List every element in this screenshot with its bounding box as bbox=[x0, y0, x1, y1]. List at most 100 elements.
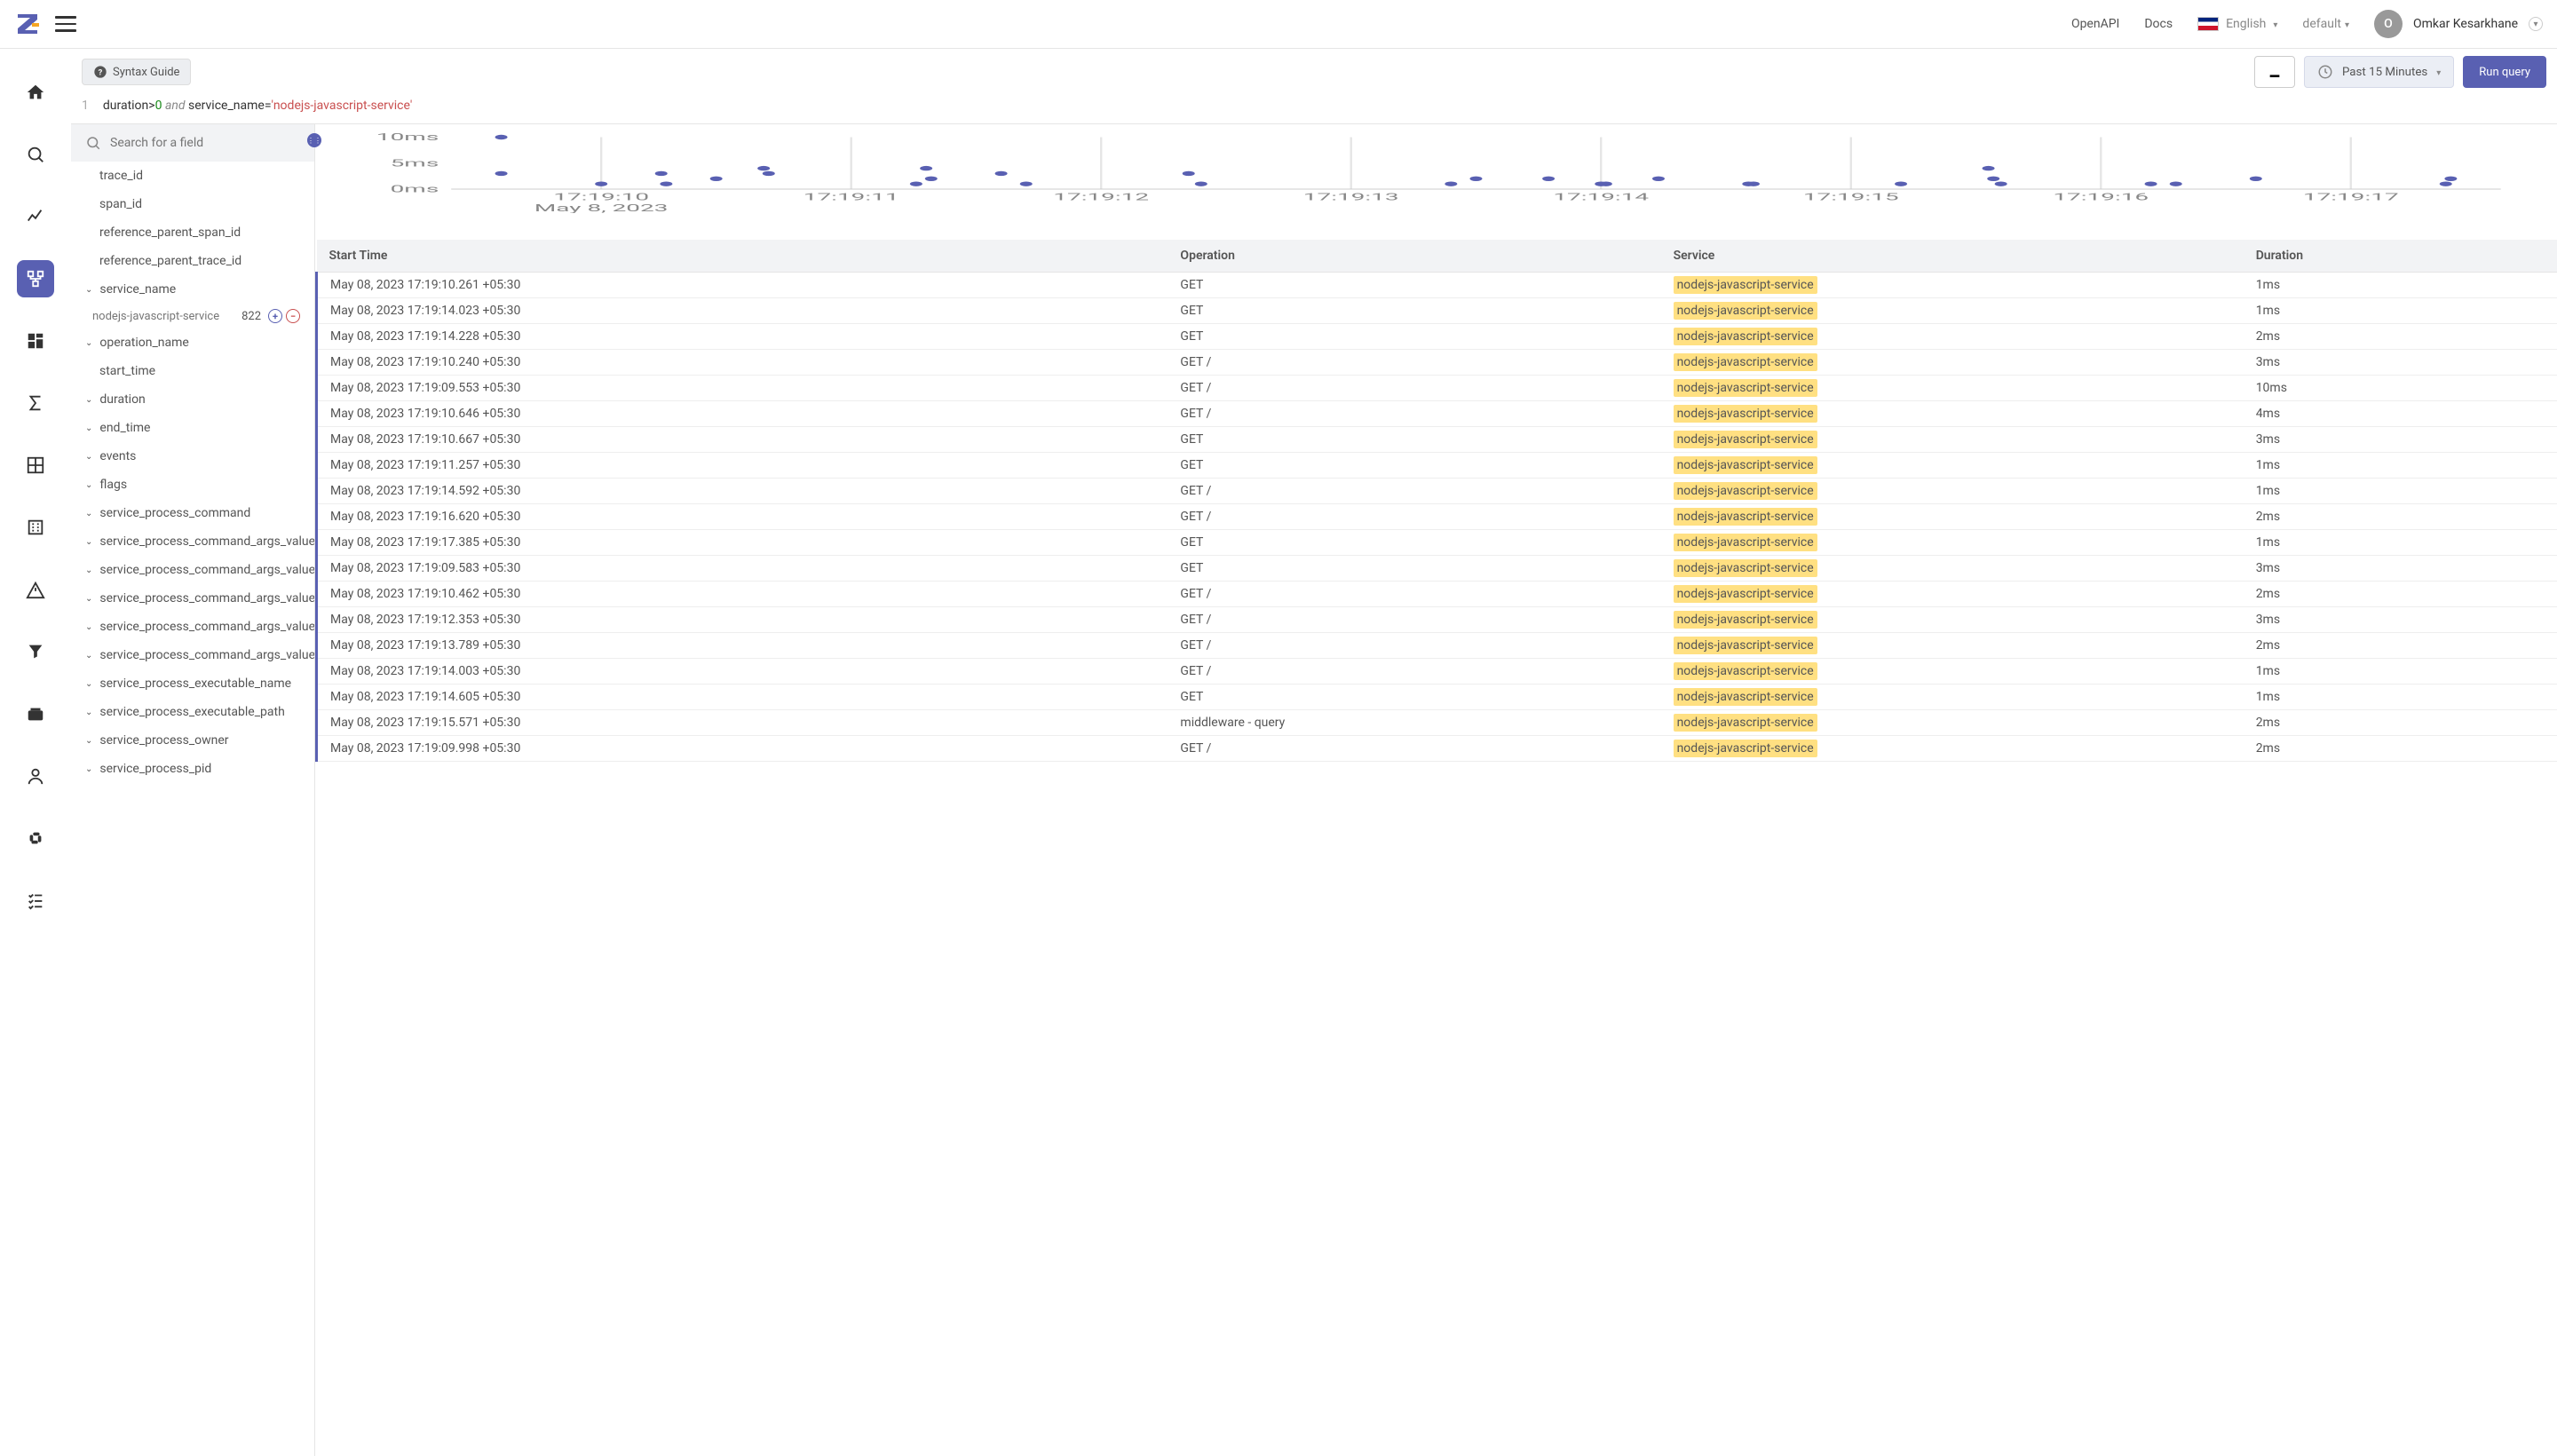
run-query-button[interactable]: Run query bbox=[2463, 56, 2546, 88]
cell-service: nodejs-javascript-service bbox=[1661, 659, 2244, 684]
panel-drag-handle[interactable]: ⋮⋮ bbox=[307, 133, 321, 147]
chevron-down-icon: ⌄ bbox=[85, 285, 92, 295]
field-item[interactable]: ⌄operation_name bbox=[71, 328, 314, 357]
table-row[interactable]: May 08, 2023 17:19:14.592 +05:30 GET / n… bbox=[317, 479, 2557, 504]
column-header[interactable]: Service bbox=[1661, 240, 2244, 273]
svg-text:May 8, 2023: May 8, 2023 bbox=[534, 203, 669, 213]
table-row[interactable]: May 08, 2023 17:19:14.228 +05:30 GET nod… bbox=[317, 324, 2557, 350]
field-item[interactable]: ⌄service_process_executable_name bbox=[71, 669, 314, 698]
table-row[interactable]: May 08, 2023 17:19:10.646 +05:30 GET / n… bbox=[317, 401, 2557, 427]
sidebar-grid[interactable] bbox=[17, 447, 54, 484]
user-menu[interactable]: O Omkar Kesarkhane bbox=[2374, 10, 2543, 38]
table-row[interactable]: May 08, 2023 17:19:14.023 +05:30 GET nod… bbox=[317, 298, 2557, 324]
table-row[interactable]: May 08, 2023 17:19:14.003 +05:30 GET / n… bbox=[317, 659, 2557, 684]
table-row[interactable]: May 08, 2023 17:19:13.789 +05:30 GET / n… bbox=[317, 633, 2557, 659]
table-row[interactable]: May 08, 2023 17:19:09.998 +05:30 GET / n… bbox=[317, 736, 2557, 762]
sidebar-alerts[interactable] bbox=[17, 571, 54, 608]
field-label: service_process_owner bbox=[99, 733, 228, 748]
language-selector[interactable]: English bbox=[2197, 17, 2277, 31]
field-item[interactable]: ⌄service_process_command_args_value… bbox=[71, 641, 314, 669]
logo[interactable] bbox=[14, 11, 41, 37]
sidebar-billing[interactable] bbox=[17, 695, 54, 732]
table-row[interactable]: May 08, 2023 17:19:14.605 +05:30 GET nod… bbox=[317, 684, 2557, 710]
flag-icon bbox=[2197, 17, 2219, 31]
cell-duration: 2ms bbox=[2244, 710, 2557, 736]
table-row[interactable]: May 08, 2023 17:19:11.257 +05:30 GET nod… bbox=[317, 453, 2557, 479]
table-row[interactable]: May 08, 2023 17:19:10.462 +05:30 GET / n… bbox=[317, 582, 2557, 607]
cell-service: nodejs-javascript-service bbox=[1661, 710, 2244, 736]
docs-link[interactable]: Docs bbox=[2144, 17, 2173, 31]
add-filter-button[interactable]: + bbox=[268, 309, 282, 323]
cell-duration: 1ms bbox=[2244, 453, 2557, 479]
table-row[interactable]: May 08, 2023 17:19:10.667 +05:30 GET nod… bbox=[317, 427, 2557, 453]
table-row[interactable]: May 08, 2023 17:19:15.571 +05:30 middlew… bbox=[317, 710, 2557, 736]
cell-duration: 3ms bbox=[2244, 427, 2557, 453]
duration-scatter-chart[interactable]: 0ms5ms10ms17:19:1017:19:1117:19:1217:19:… bbox=[315, 124, 2557, 240]
field-search-input[interactable] bbox=[110, 136, 300, 150]
remove-filter-button[interactable]: − bbox=[286, 309, 300, 323]
time-range-button[interactable]: Past 15 Minutes bbox=[2304, 56, 2454, 88]
sidebar-filter[interactable] bbox=[17, 633, 54, 670]
field-item[interactable]: start_time bbox=[71, 357, 314, 385]
table-row[interactable]: May 08, 2023 17:19:09.583 +05:30 GET nod… bbox=[317, 556, 2557, 582]
column-header[interactable]: Operation bbox=[1168, 240, 1660, 273]
sidebar-sigma[interactable] bbox=[17, 384, 54, 422]
sidebar-traces[interactable] bbox=[17, 260, 54, 297]
cell-time: May 08, 2023 17:19:15.571 +05:30 bbox=[317, 710, 1168, 736]
cell-service: nodejs-javascript-service bbox=[1661, 633, 2244, 659]
field-item[interactable]: ⌄duration bbox=[71, 385, 314, 414]
field-label: service_process_command_args_value… bbox=[99, 591, 314, 605]
openapi-link[interactable]: OpenAPI bbox=[2071, 17, 2119, 31]
syntax-guide-button[interactable]: ? Syntax Guide bbox=[82, 59, 191, 85]
column-header[interactable]: Duration bbox=[2244, 240, 2557, 273]
menu-toggle[interactable] bbox=[55, 16, 76, 32]
table-row[interactable]: May 08, 2023 17:19:12.353 +05:30 GET / n… bbox=[317, 607, 2557, 633]
table-row[interactable]: May 08, 2023 17:19:17.385 +05:30 GET nod… bbox=[317, 530, 2557, 556]
table-row[interactable]: May 08, 2023 17:19:10.240 +05:30 GET / n… bbox=[317, 350, 2557, 376]
field-item[interactable]: ⌄end_time bbox=[71, 414, 314, 442]
field-item[interactable]: reference_parent_trace_id bbox=[71, 247, 314, 275]
sidebar-slack[interactable] bbox=[17, 819, 54, 857]
cell-duration: 2ms bbox=[2244, 324, 2557, 350]
svg-text:17:19:12: 17:19:12 bbox=[1053, 192, 1149, 203]
field-item[interactable]: ⌄service_process_executable_path bbox=[71, 698, 314, 726]
cell-operation: GET bbox=[1168, 530, 1660, 556]
sidebar-home[interactable] bbox=[17, 74, 54, 111]
sidebar-dashboard[interactable] bbox=[17, 322, 54, 360]
sidebar-tasks[interactable] bbox=[17, 882, 54, 919]
search-icon bbox=[85, 135, 101, 151]
field-item[interactable]: ⌄service_process_owner bbox=[71, 726, 314, 755]
field-item[interactable]: ⌄service_process_command bbox=[71, 499, 314, 527]
column-header[interactable]: Start Time bbox=[317, 240, 1168, 273]
cell-service: nodejs-javascript-service bbox=[1661, 607, 2244, 633]
chevron-down-icon bbox=[2529, 17, 2543, 31]
query-editor[interactable]: 1 duration>0 and service_name='nodejs-ja… bbox=[71, 95, 2557, 123]
sidebar-metrics[interactable] bbox=[17, 198, 54, 235]
field-item[interactable]: ⌄service_name bbox=[71, 275, 314, 304]
cell-service: nodejs-javascript-service bbox=[1661, 427, 2244, 453]
field-item[interactable]: ⌄service_process_command_args_value… bbox=[71, 527, 314, 556]
download-button[interactable] bbox=[2254, 56, 2295, 88]
table-row[interactable]: May 08, 2023 17:19:09.553 +05:30 GET / n… bbox=[317, 376, 2557, 401]
cell-duration: 3ms bbox=[2244, 350, 2557, 376]
table-row[interactable]: May 08, 2023 17:19:10.261 +05:30 GET nod… bbox=[317, 273, 2557, 298]
field-item[interactable]: ⌄service_process_command_args_value… bbox=[71, 556, 314, 584]
field-item[interactable]: ⌄flags bbox=[71, 471, 314, 499]
field-item[interactable]: ⌄service_process_pid bbox=[71, 755, 314, 783]
sidebar-user[interactable] bbox=[17, 757, 54, 795]
field-value-row[interactable]: nodejs-javascript-service 822 + − bbox=[71, 304, 314, 328]
sidebar-building[interactable] bbox=[17, 509, 54, 546]
field-item[interactable]: span_id bbox=[71, 190, 314, 218]
chevron-down-icon: ⌄ bbox=[85, 622, 92, 632]
field-item[interactable]: reference_parent_span_id bbox=[71, 218, 314, 247]
cell-duration: 1ms bbox=[2244, 298, 2557, 324]
field-label: operation_name bbox=[99, 336, 188, 350]
cell-time: May 08, 2023 17:19:11.257 +05:30 bbox=[317, 453, 1168, 479]
field-item[interactable]: ⌄service_process_command_args_value… bbox=[71, 584, 314, 613]
sidebar-search[interactable] bbox=[17, 136, 54, 173]
org-dropdown[interactable]: default bbox=[2302, 17, 2349, 31]
table-row[interactable]: May 08, 2023 17:19:16.620 +05:30 GET / n… bbox=[317, 504, 2557, 530]
field-item[interactable]: ⌄events bbox=[71, 442, 314, 471]
field-item[interactable]: ⌄service_process_command_args_value… bbox=[71, 613, 314, 641]
field-item[interactable]: trace_id bbox=[71, 162, 314, 190]
